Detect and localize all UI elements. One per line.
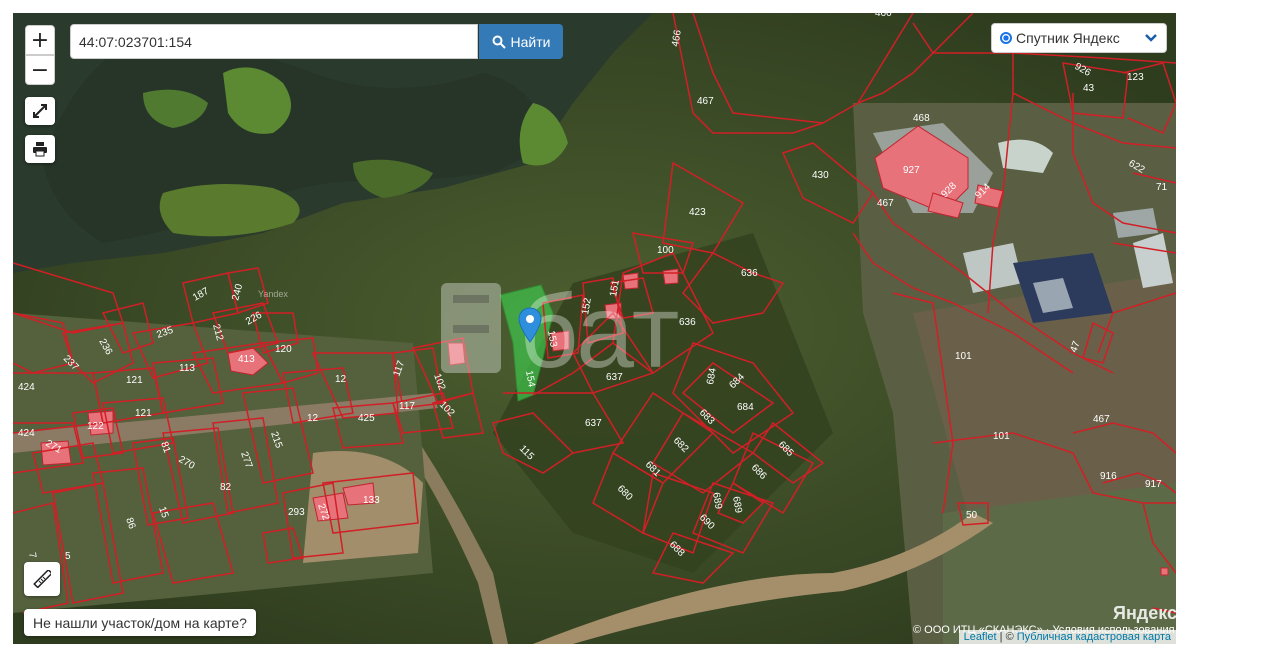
search-button-label: Найти — [510, 33, 551, 50]
parcel-label-684: 684 — [737, 402, 754, 413]
parcel-label-12: 12 — [335, 374, 347, 385]
parcel-label-71: 71 — [1156, 182, 1168, 193]
map-attribution: Leaflet | © Публичная кадастровая карта — [958, 630, 1176, 644]
parcel-label-122: 122 — [87, 421, 104, 432]
parcel-label-467: 467 — [877, 198, 894, 209]
parcel-label-927: 927 — [903, 165, 920, 176]
parcel-label-43: 43 — [1083, 83, 1095, 94]
not-found-parcel-button[interactable]: Не нашли участок/дом на карте? — [24, 609, 256, 636]
yandex-faint-label: Yandex — [258, 289, 288, 299]
parcel-label-121: 121 — [135, 408, 152, 419]
yandex-logo: Яндекс — [1113, 603, 1176, 623]
chevron-down-icon — [1145, 34, 1157, 42]
parcel-label-101: 101 — [993, 431, 1010, 442]
parcel-label-467: 467 — [1093, 414, 1110, 425]
parcel-label-101: 101 — [955, 351, 972, 362]
parcel-label-100: 100 — [657, 245, 674, 256]
parcel-label-117: 117 — [399, 401, 415, 412]
measure-button[interactable] — [24, 562, 60, 596]
fullscreen-button[interactable] — [25, 97, 55, 125]
parcel-label-916: 916 — [1100, 471, 1117, 482]
print-button[interactable] — [25, 135, 55, 163]
search-button[interactable]: Найти — [479, 24, 563, 59]
attribution-separator: | © — [996, 631, 1017, 643]
parcel-label-133: 133 — [363, 495, 380, 506]
cadastral-search-input[interactable] — [70, 24, 478, 59]
layer-select-value: Спутник Яндекс — [1016, 30, 1120, 46]
fullscreen-icon — [33, 104, 47, 118]
parcel-label-917: 917 — [1145, 479, 1162, 490]
layer-radio-icon — [1000, 32, 1012, 44]
parcel-label-424: 424 — [18, 428, 35, 439]
parcel-label-121: 121 — [126, 375, 143, 386]
leaflet-link[interactable]: Leaflet — [964, 631, 997, 643]
parcel-label-82: 82 — [220, 482, 232, 493]
parcel-label-430: 430 — [812, 170, 829, 181]
parcel-label-637: 637 — [606, 372, 623, 383]
parcel-label-423: 423 — [689, 207, 706, 218]
satellite-imagery: Yandex 460 466 467 468 927 928 914 430 4… — [13, 13, 1176, 644]
zoom-out-button[interactable]: − — [25, 55, 55, 85]
layer-select[interactable]: Спутник Яндекс — [991, 23, 1167, 53]
search-icon — [492, 35, 506, 49]
parcel-label-425: 425 — [358, 413, 375, 424]
parcel-label-5: 5 — [65, 551, 71, 562]
parcel-label-636: 636 — [741, 268, 758, 279]
parcel-label-636: 636 — [679, 317, 696, 328]
parcel-label-50: 50 — [966, 510, 978, 521]
map-canvas[interactable]: Yandex 460 466 467 468 927 928 914 430 4… — [13, 13, 1176, 644]
parcel-label-637: 637 — [585, 418, 602, 429]
parcel-label-113: 113 — [179, 363, 195, 374]
parcel-label-424: 424 — [18, 382, 35, 393]
ruler-icon — [33, 570, 51, 588]
parcel-label-467: 467 — [697, 96, 714, 107]
cadastral-map-link[interactable]: Публичная кадастровая карта — [1017, 631, 1171, 643]
parcel-label-12: 12 — [307, 413, 319, 424]
parcel-label-123: 123 — [1127, 72, 1144, 83]
map-pin-icon[interactable] — [518, 307, 542, 343]
zoom-in-button[interactable]: + — [25, 25, 55, 55]
parcel-label-120: 120 — [275, 344, 292, 355]
parcel-label-460: 460 — [875, 13, 892, 19]
parcel-label-293: 293 — [288, 507, 305, 518]
parcel-label-413: 413 — [238, 354, 255, 365]
parcel-label-468: 468 — [913, 113, 930, 124]
print-icon — [33, 142, 47, 157]
